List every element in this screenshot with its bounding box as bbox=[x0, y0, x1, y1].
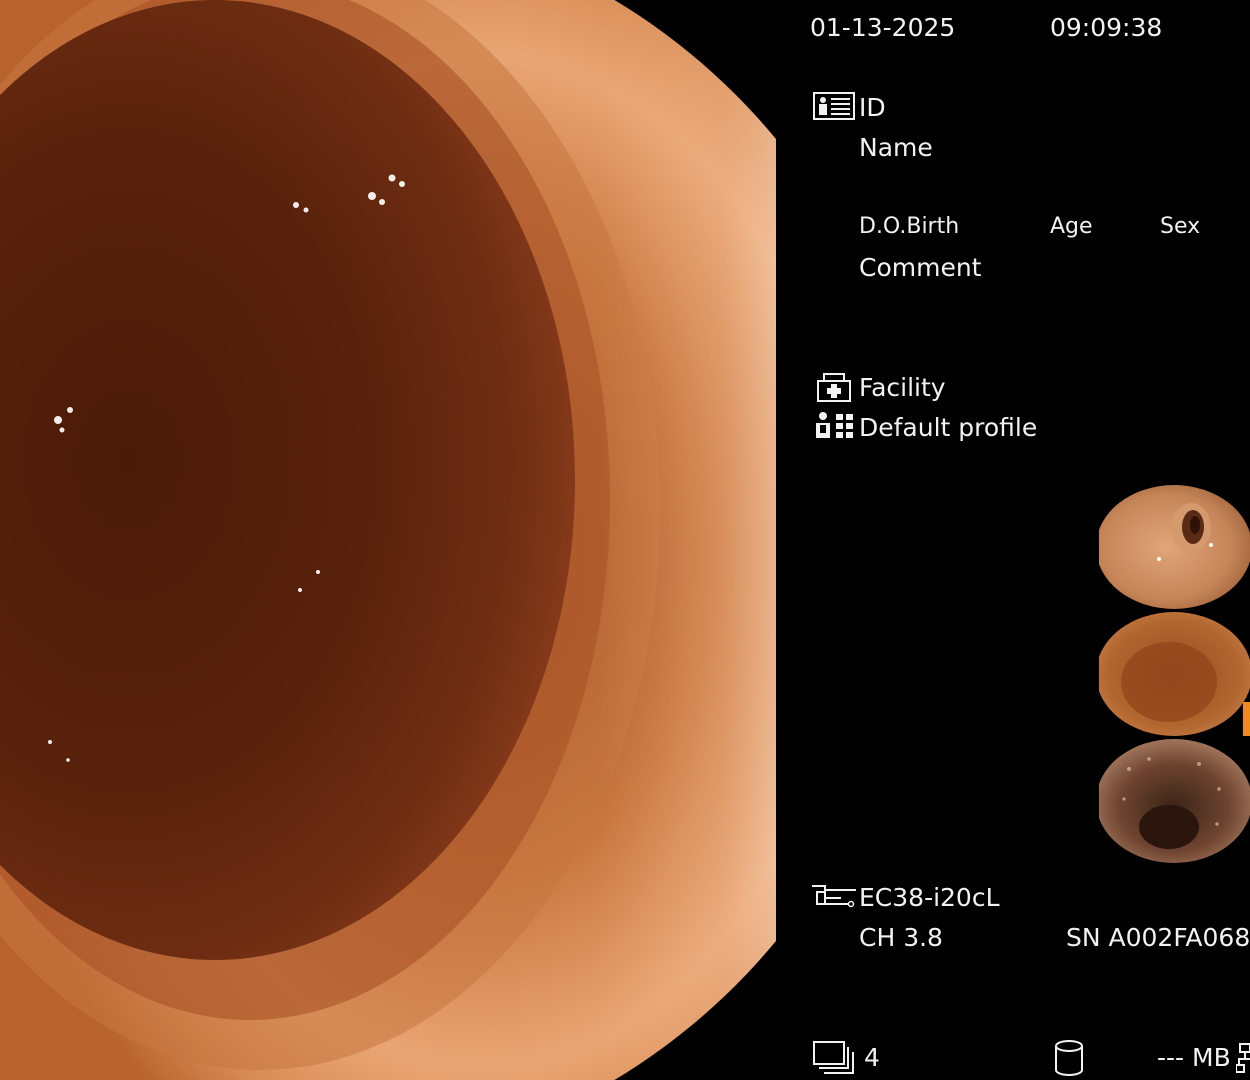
exam-date: 01-13-2025 bbox=[810, 13, 956, 42]
captured-image-count: 4 bbox=[864, 1043, 880, 1072]
age-label: Age bbox=[1050, 214, 1093, 239]
capture-thumbnail-1[interactable] bbox=[1099, 485, 1250, 609]
storage-remaining: --- MB bbox=[1157, 1043, 1231, 1072]
facility-label: Facility bbox=[859, 373, 946, 402]
scope-channel: CH 3.8 bbox=[859, 923, 943, 952]
network-icon bbox=[1236, 1043, 1250, 1073]
scope-model: EC38-i20cL bbox=[859, 883, 1000, 912]
patient-id-label: ID bbox=[859, 93, 886, 122]
patient-card-icon bbox=[813, 92, 855, 120]
scope-serial: SN A002FA068 bbox=[1066, 923, 1250, 952]
date-of-birth-label: D.O.Birth bbox=[859, 214, 960, 239]
user-profile-icon bbox=[815, 411, 855, 439]
capture-thumbnail-3[interactable] bbox=[1099, 739, 1250, 863]
endoscope-icon bbox=[811, 884, 857, 910]
image-stack-icon bbox=[813, 1041, 855, 1075]
comment-label: Comment bbox=[859, 253, 982, 282]
facility-icon bbox=[817, 372, 851, 402]
patient-name-label: Name bbox=[859, 133, 933, 162]
default-profile-label: Default profile bbox=[859, 413, 1038, 442]
sex-label: Sex bbox=[1160, 214, 1201, 239]
endoscopic-live-view bbox=[0, 0, 776, 1080]
exam-time: 09:09:38 bbox=[1050, 13, 1163, 42]
database-icon bbox=[1054, 1040, 1084, 1076]
capture-thumbnail-2[interactable] bbox=[1099, 612, 1250, 736]
